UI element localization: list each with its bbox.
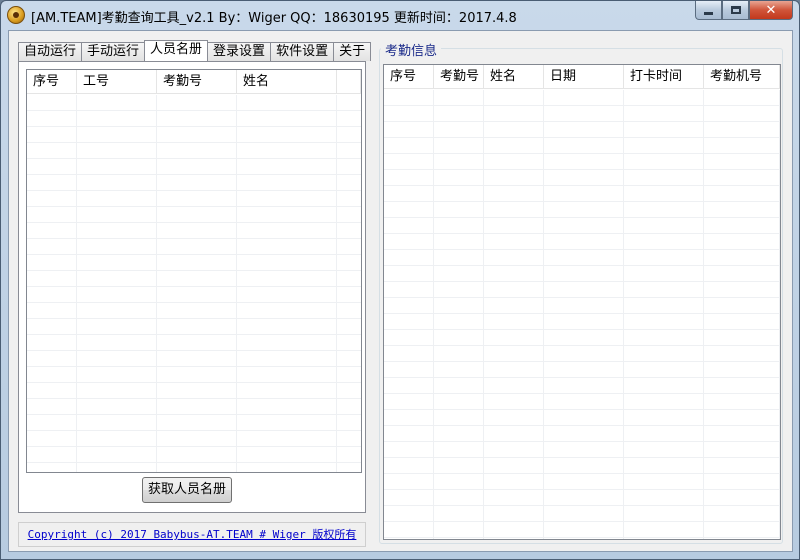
attendance-col-name[interactable]: 姓名 [484,65,544,89]
tab-roster[interactable]: 人员名册 [144,40,209,61]
attendance-col-attendance-id[interactable]: 考勤号 [434,65,484,89]
roster-col-name[interactable]: 姓名 [237,70,337,94]
attendance-group-title: 考勤信息 [381,40,442,59]
fetch-roster-button[interactable]: 获取人员名册 [142,477,232,503]
attendance-group: 序号 考勤号 姓名 日期 打卡时间 考勤机号 [379,48,783,544]
roster-col-attendance-id[interactable]: 考勤号 [157,70,237,94]
maximize-button[interactable] [722,1,749,20]
tab-strip: 自动运行 手动运行 人员名册 登录设置 软件设置 关于 [18,40,372,61]
window-title: [AM.TEAM]考勤查询工具_v2.1 By：Wiger QQ：1863019… [31,11,517,26]
roster-col-employee-id[interactable]: 工号 [77,70,157,94]
close-icon: ✕ [765,2,777,18]
attendance-list[interactable]: 序号 考勤号 姓名 日期 打卡时间 考勤机号 [383,64,781,540]
tab-login-settings[interactable]: 登录设置 [207,42,272,61]
attendance-col-index[interactable]: 序号 [384,65,434,89]
attendance-list-body [384,90,780,539]
app-icon[interactable] [7,6,25,24]
roster-tab-panel: 序号 工号 考勤号 姓名 获取人员名册 [18,61,366,513]
title-bar[interactable]: [AM.TEAM]考勤查询工具_v2.1 By：Wiger QQ：1863019… [1,1,799,29]
attendance-col-date[interactable]: 日期 [544,65,624,89]
attendance-col-machine-id[interactable]: 考勤机号 [704,65,780,89]
tab-auto-run[interactable]: 自动运行 [18,42,83,61]
attendance-list-header: 序号 考勤号 姓名 日期 打卡时间 考勤机号 [384,65,780,89]
caption-buttons: ✕ [695,1,793,20]
tab-software-settings[interactable]: 软件设置 [270,42,335,61]
roster-list[interactable]: 序号 工号 考勤号 姓名 [26,69,362,473]
app-window: [AM.TEAM]考勤查询工具_v2.1 By：Wiger QQ：1863019… [0,0,800,560]
maximize-icon [730,6,741,14]
minimize-icon [704,11,713,15]
roster-list-body [27,95,361,472]
roster-list-header: 序号 工号 考勤号 姓名 [27,70,361,94]
attendance-grid-lines [384,90,780,539]
roster-col-index[interactable]: 序号 [27,70,77,94]
close-button[interactable]: ✕ [749,1,793,20]
attendance-col-punch-time[interactable]: 打卡时间 [624,65,704,89]
minimize-button[interactable] [695,1,722,20]
roster-grid-lines [27,95,361,472]
tab-manual-run[interactable]: 手动运行 [81,42,146,61]
copyright-link[interactable]: Copyright (c) 2017 Babybus-AT.TEAM # Wig… [18,522,366,547]
tab-about[interactable]: 关于 [333,42,372,61]
client-area: 自动运行 手动运行 人员名册 登录设置 软件设置 关于 序号 工号 考勤号 姓名 [8,30,793,552]
roster-col-filler [337,70,361,94]
